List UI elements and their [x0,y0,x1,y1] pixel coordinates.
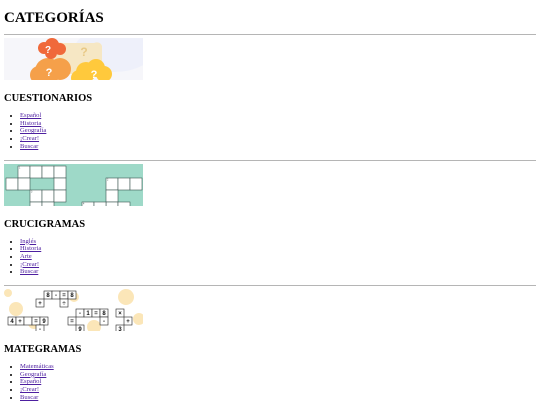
list-item: ¡Crear! [20,386,536,394]
puzzle-glyph: = [94,311,98,317]
puzzle-glyph: + [126,319,130,325]
link-arte[interactable]: Arte [20,253,32,260]
list-item: Geografía [20,127,536,135]
link-crear[interactable]: ¡Crear! [20,261,39,268]
link-buscar[interactable]: Buscar [20,143,38,150]
puzzle-glyph: × [118,311,122,317]
puzzle-glyph: = [70,319,74,325]
puzzle-glyph: + [38,301,42,307]
question-marks-illustration-icon: ? ? ? ? [4,38,143,80]
crossword-banner-image[interactable]: 1 2 3 4 [4,163,143,206]
puzzle-glyph: - [55,293,57,299]
mategramas-link-list: Matemáticas Geografía Español ¡Crear! Bu… [4,363,536,402]
crucigramas-link-list: Inglés Historia Arte ¡Crear! Buscar [4,238,536,277]
svg-text:?: ? [91,69,98,80]
svg-text:?: ? [45,45,51,56]
puzzle-glyph: - [103,319,105,325]
link-buscar[interactable]: Buscar [20,394,38,401]
link-ingles[interactable]: Inglés [20,238,36,245]
list-item: Matemáticas [20,363,536,371]
divider [4,285,536,287]
list-item: Buscar [20,394,536,402]
list-item: Historia [20,120,536,128]
svg-text:?: ? [46,67,53,79]
list-item: Buscar [20,268,536,276]
link-buscar[interactable]: Buscar [20,268,38,275]
svg-text:?: ? [80,45,87,59]
divider [4,159,536,161]
list-item: Español [20,378,536,386]
puzzle-glyph: - [79,311,81,317]
section-heading-crucigramas: CRUCIGRAMAS [4,218,86,230]
crossword-grid-illustration-icon: 1 2 3 4 [4,163,143,206]
divider [4,34,536,35]
puzzle-glyph: - [39,327,41,331]
list-item: ¡Crear! [20,261,536,269]
link-crear[interactable]: ¡Crear! [20,135,39,142]
list-item: Buscar [20,143,536,151]
list-item: Inglés [20,238,536,246]
page-title: CATEGORÍAS [4,10,104,26]
cuestionarios-link-list: Español Historia Geografía ¡Crear! Busca… [4,112,536,151]
page: CATEGORÍAS ? ? ? ? CUESTIONARIOS • Españ… [4,0,536,411]
link-historia[interactable]: Historia [20,120,41,127]
list-item: Historia [20,245,536,253]
link-crear[interactable]: ¡Crear! [20,386,39,393]
puzzle-glyph: + [18,319,22,325]
link-espanol[interactable]: Español [20,112,41,119]
mategram-banner-image[interactable]: 8 - = 8 + ÷ × 4 + = 9 - 1 = 8 = - + - 9 [4,289,143,332]
quiz-banner-image[interactable]: ? ? ? ? [4,38,143,80]
puzzle-glyph: = [34,319,38,325]
link-geografia[interactable]: Geografía [20,127,46,134]
link-geografia[interactable]: Geografía [20,371,46,378]
list-item: Español [20,112,536,120]
link-espanol[interactable]: Español [20,378,41,385]
section-heading-cuestionarios: CUESTIONARIOS [4,93,93,104]
link-matematicas[interactable]: Matemáticas [20,363,54,370]
list-item: Arte [20,253,536,261]
list-item: ¡Crear! [20,135,536,143]
math-puzzle-illustration-icon: 8 - = 8 + ÷ × 4 + = 9 - 1 = 8 = - + - 9 [4,289,143,332]
section-heading-mategramas: MATEGRAMAS [4,344,82,356]
puzzle-glyph: = [62,293,66,299]
link-historia[interactable]: Historia [20,245,41,252]
list-item: Geografía [20,371,536,379]
